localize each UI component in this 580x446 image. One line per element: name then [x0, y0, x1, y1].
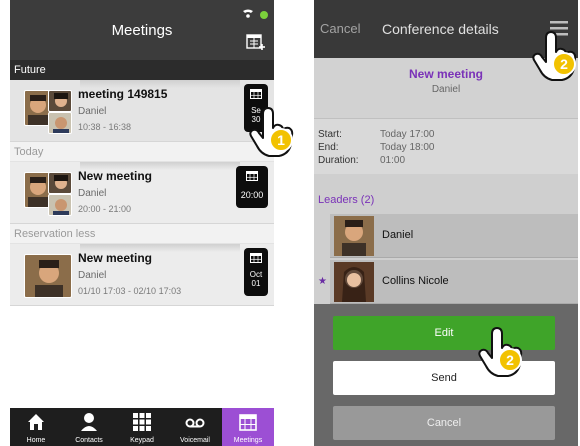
- meeting-list-item[interactable]: meeting 149815 Daniel 10:38 - 16:38 Se 30: [10, 80, 274, 142]
- meeting-time: 01/10 17:03 - 02/10 17:03: [78, 286, 182, 296]
- section-future: Future: [10, 60, 274, 80]
- cancel-button[interactable]: Cancel: [333, 406, 555, 440]
- home-icon: [28, 414, 44, 430]
- tab-label: Contacts: [75, 437, 103, 444]
- meeting-avatars: [24, 254, 72, 298]
- avatar: [48, 172, 72, 194]
- status-indicator-icon: [260, 11, 268, 19]
- avatar: [48, 194, 72, 216]
- meeting-title: New meeting: [78, 251, 153, 265]
- avatar: [334, 262, 374, 302]
- leader-item[interactable]: Collins Nicole: [330, 260, 578, 304]
- avatar: [334, 216, 374, 256]
- meetings-screen: Meetings Future meeting 149815 Daniel 10…: [10, 0, 274, 446]
- meeting-time: 20:00 - 21:00: [78, 204, 132, 214]
- end-row: End: Today 18:00: [318, 142, 435, 153]
- end-label: End:: [318, 142, 339, 153]
- meeting-date-badge[interactable]: Oct 01: [244, 248, 268, 296]
- meeting-list-item[interactable]: New meeting Daniel 01/10 17:03 - 02/10 1…: [10, 244, 274, 306]
- calendar-icon: [250, 89, 262, 99]
- section-today: Today: [10, 142, 274, 162]
- avatar: [48, 90, 72, 112]
- meetings-header: Meetings: [10, 0, 274, 60]
- voicemail-icon: [185, 418, 205, 428]
- badge-day: 01: [251, 279, 261, 288]
- phone-status-icon: [243, 9, 253, 18]
- add-meeting-icon[interactable]: [246, 32, 266, 50]
- meeting-avatars: [24, 90, 72, 134]
- tab-label: Home: [26, 437, 46, 444]
- meeting-organizer: Daniel: [78, 188, 107, 199]
- tab-keypad[interactable]: Keypad: [116, 408, 168, 446]
- step-marker: 1: [277, 132, 285, 148]
- tab-voicemail[interactable]: Voicemail: [169, 408, 221, 446]
- tab-contacts[interactable]: Contacts: [63, 408, 115, 446]
- meeting-organizer: Daniel: [78, 106, 107, 117]
- hand-cursor-icon: 2: [478, 327, 523, 377]
- avatar: [48, 112, 72, 134]
- leader-name: Daniel: [382, 229, 414, 241]
- tab-bar: Home Contacts Keypad Voicemail Meetings: [10, 408, 274, 446]
- start-row: Start: Today 17:00: [318, 129, 435, 140]
- meetings-icon: [239, 414, 257, 431]
- contacts-icon: [81, 413, 97, 431]
- star-icon: ★: [318, 276, 327, 287]
- header-cancel-button[interactable]: Cancel: [320, 21, 360, 36]
- duration-row: Duration: 01:00: [318, 155, 405, 166]
- step-marker: 2: [560, 56, 568, 72]
- start-value: Today 17:00: [380, 129, 435, 140]
- tab-meetings[interactable]: Meetings: [222, 408, 274, 446]
- calendar-icon: [246, 171, 258, 181]
- page-title: Meetings: [111, 22, 173, 39]
- hand-cursor-icon: 2: [532, 31, 577, 81]
- hand-cursor-icon: 1: [249, 107, 294, 157]
- section-reservation-less: Reservation less: [10, 224, 274, 244]
- tab-label: Meetings: [233, 437, 263, 444]
- meeting-title: meeting 149815: [78, 87, 168, 101]
- tab-home[interactable]: Home: [10, 408, 62, 446]
- badge-time: 20:00: [240, 190, 264, 200]
- keypad-icon: [133, 413, 151, 431]
- tab-label: Voicemail: [180, 437, 210, 444]
- meeting-time: 10:38 - 16:38: [78, 122, 132, 132]
- step-marker: 2: [506, 352, 514, 368]
- meeting-title: New meeting: [78, 169, 153, 183]
- meeting-schedule: Start: Today 17:00 End: Today 18:00 Dura…: [314, 118, 578, 174]
- calendar-icon: [250, 253, 262, 263]
- leader-item[interactable]: Daniel: [330, 214, 578, 258]
- leaders-header: Leaders (2): [318, 194, 375, 206]
- meeting-owner: Daniel: [431, 84, 461, 95]
- start-label: Start:: [318, 129, 342, 140]
- duration-label: Duration:: [318, 155, 359, 166]
- avatar: [24, 172, 50, 208]
- tab-label: Keypad: [130, 437, 154, 444]
- page-title: Conference details: [382, 21, 499, 37]
- avatar: [24, 90, 50, 126]
- meeting-time-badge[interactable]: 20:00: [236, 166, 268, 208]
- meeting-organizer: Daniel: [78, 270, 107, 281]
- meeting-avatars: [24, 172, 72, 216]
- leader-name: Collins Nicole: [382, 275, 449, 287]
- duration-value: 01:00: [380, 155, 406, 166]
- badge-month: Oct: [249, 270, 263, 279]
- end-value: Today 18:00: [380, 142, 435, 153]
- meeting-list-item[interactable]: New meeting Daniel 20:00 - 21:00 20:00: [10, 162, 274, 224]
- avatar: [24, 254, 72, 298]
